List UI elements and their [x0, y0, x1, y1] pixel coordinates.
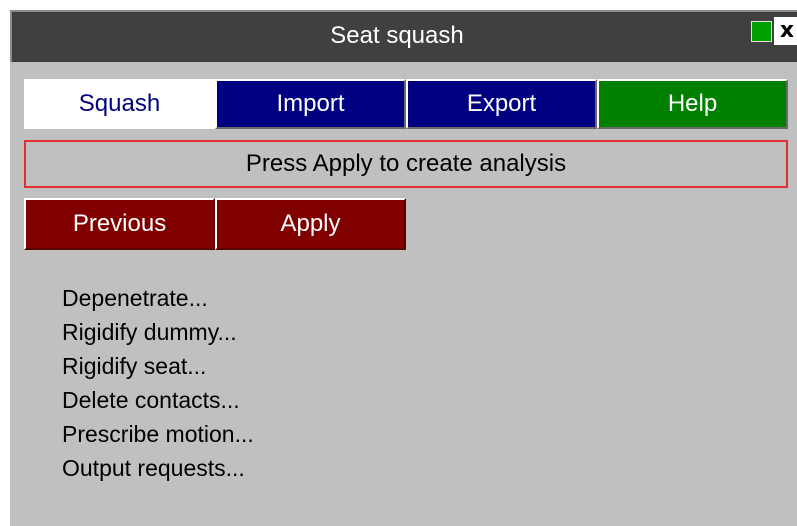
options-menu: Depenetrate... Rigidify dummy... Rigidif…: [62, 281, 254, 485]
menu-item-output-requests[interactable]: Output requests...: [62, 451, 254, 485]
apply-button[interactable]: Apply: [215, 198, 406, 250]
menu-item-prescribe-motion[interactable]: Prescribe motion...: [62, 417, 254, 451]
tab-bar: Squash Import Export Help: [24, 79, 788, 129]
previous-button[interactable]: Previous: [24, 198, 215, 250]
status-message: Press Apply to create analysis: [24, 140, 788, 188]
menu-item-rigidify-seat[interactable]: Rigidify seat...: [62, 349, 254, 383]
pin-icon[interactable]: [751, 21, 772, 42]
menu-item-delete-contacts[interactable]: Delete contacts...: [62, 383, 254, 417]
tab-import[interactable]: Import: [215, 79, 406, 129]
title-bar[interactable]: Seat squash x: [10, 10, 797, 62]
tab-export[interactable]: Export: [406, 79, 597, 129]
tab-help[interactable]: Help: [597, 79, 788, 129]
close-icon[interactable]: x: [774, 17, 797, 45]
window-title: Seat squash: [330, 22, 464, 49]
menu-item-rigidify-dummy[interactable]: Rigidify dummy...: [62, 315, 254, 349]
tab-squash[interactable]: Squash: [24, 79, 215, 129]
menu-item-depenetrate[interactable]: Depenetrate...: [62, 281, 254, 315]
action-bar: Previous Apply: [24, 198, 406, 250]
seat-squash-window: Seat squash x Squash Import Export Help …: [10, 10, 797, 526]
